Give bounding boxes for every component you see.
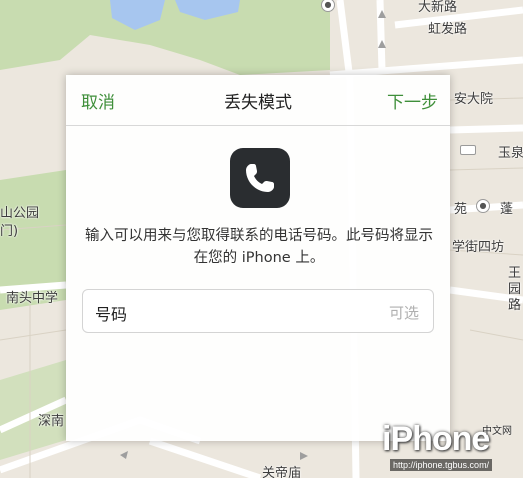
- map-label: 虹发路: [428, 22, 468, 37]
- map-label: 大新路: [418, 0, 458, 15]
- map-poi-icon: ●: [476, 199, 490, 213]
- map-label: 蓬: [500, 202, 514, 217]
- map-label: 玉泉: [498, 146, 523, 161]
- map-label: 门): [0, 224, 19, 239]
- watermark-tag: 中文网: [482, 426, 512, 437]
- phone-number-input[interactable]: 号码 可选: [82, 289, 434, 333]
- lost-mode-dialog: 取消 丢失模式 下一步 输入可以用来与您取得联系的电话号码。此号码将显示在您的 …: [66, 75, 450, 441]
- optional-hint: 可选: [388, 304, 419, 322]
- map-label: 安大院: [454, 92, 494, 107]
- map-label: 路: [508, 298, 522, 313]
- phone-icon: [230, 148, 290, 208]
- next-button[interactable]: 下一步: [387, 88, 438, 113]
- site-watermark: iPhone 中文网 http://iphone.tgbus.com/: [378, 420, 518, 476]
- phone-number-label: 号码: [95, 305, 128, 324]
- dialog-nav-bar: 取消 丢失模式 下一步: [66, 75, 450, 126]
- map-label: 南头中学: [6, 291, 59, 306]
- map-label: 苑: [454, 202, 468, 217]
- map-bus-stop-icon: [460, 145, 476, 155]
- map-label: 学街四坊: [452, 240, 505, 255]
- map-label: 深南: [38, 414, 65, 429]
- map-label: 关帝庙: [262, 466, 302, 478]
- watermark-url: http://iphone.tgbus.com/: [390, 459, 493, 471]
- watermark-logo: iPhone: [382, 420, 490, 458]
- instruction-text: 输入可以用来与您取得联系的电话号码。此号码将显示在您的 iPhone 上。: [85, 228, 433, 266]
- map-label: 山公园: [0, 206, 40, 221]
- phone-handset-icon: [246, 164, 274, 192]
